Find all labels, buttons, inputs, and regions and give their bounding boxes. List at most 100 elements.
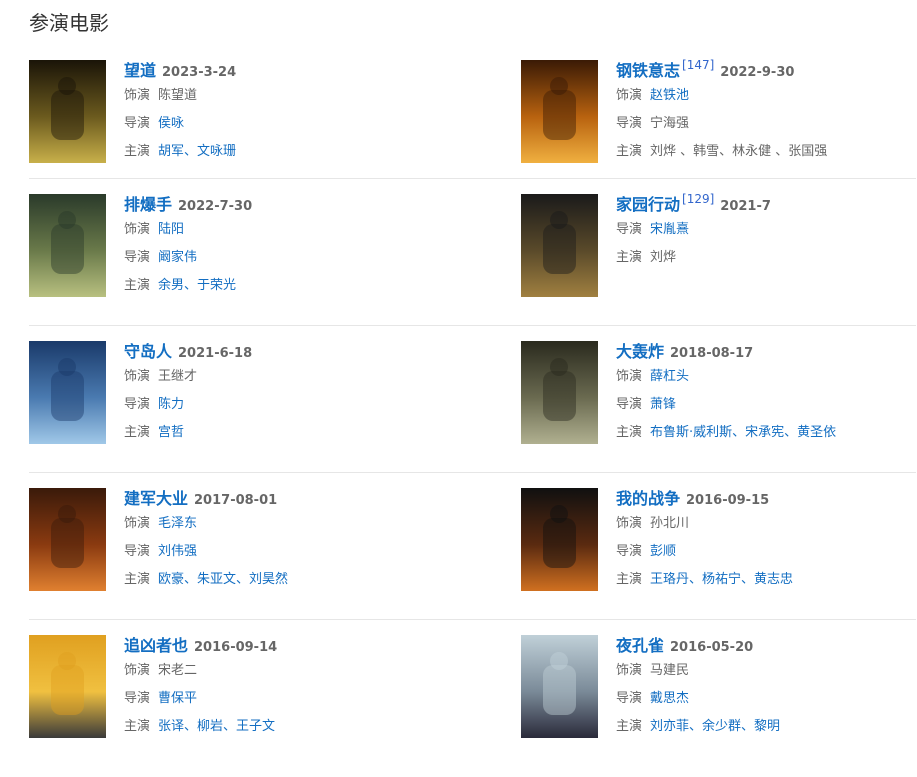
- director-value[interactable]: 刘伟强: [158, 544, 197, 559]
- film-poster[interactable]: [29, 60, 106, 163]
- film-card: 我的战争 2016-09-15 饰演 孙北川 导演 彭顺 主演 王珞丹、杨祐宁、黄志忠: [521, 488, 917, 608]
- cast-label: 主演: [616, 719, 643, 734]
- film-title-link[interactable]: 望道: [124, 61, 156, 80]
- section-title: 参演电影: [29, 11, 109, 35]
- cast-value[interactable]: 王珞丹、杨祐宁、黄志忠: [650, 572, 793, 587]
- film-director: 导演 侯咏: [124, 110, 236, 138]
- film-poster[interactable]: [521, 488, 598, 591]
- director-label: 导演: [616, 691, 643, 706]
- film-info: 望道 2023-3-24 饰演 陈望道 导演 侯咏 主演 胡军、文咏珊: [124, 60, 236, 166]
- film-poster[interactable]: [521, 60, 598, 163]
- release-date: 2023-3-24: [162, 65, 237, 80]
- director-value[interactable]: 曹保平: [158, 691, 197, 706]
- film-card: 排爆手 2022-7-30 饰演 陆阳 导演 阚家伟 主演 余男、于荣光: [29, 194, 469, 314]
- film-poster[interactable]: [29, 488, 106, 591]
- film-director: 导演 彭顺: [616, 538, 793, 566]
- release-date: 2016-05-20: [670, 640, 754, 655]
- role-value[interactable]: 毛泽东: [158, 516, 197, 531]
- role-value: 王继才: [158, 369, 198, 384]
- film-director: 导演 宋胤熹: [616, 216, 771, 244]
- film-title-link[interactable]: 追凶者也: [124, 636, 188, 655]
- release-date: 2022-7-30: [178, 199, 253, 214]
- director-value[interactable]: 宋胤熹: [650, 222, 689, 237]
- film-poster[interactable]: [521, 341, 598, 444]
- cast-value[interactable]: 余男、于荣光: [158, 278, 236, 293]
- cast-label: 主演: [124, 278, 151, 293]
- role-value[interactable]: 薛杠头: [650, 369, 689, 384]
- cast-label: 主演: [616, 144, 643, 159]
- film-cast: 主演 刘烨: [616, 244, 771, 272]
- film-poster[interactable]: [521, 635, 598, 738]
- director-value[interactable]: 阚家伟: [158, 250, 197, 265]
- film-title-link[interactable]: 夜孔雀: [616, 636, 664, 655]
- cast-value[interactable]: 欧豪、朱亚文、刘昊然: [158, 572, 288, 587]
- release-date: 2021-7: [720, 199, 771, 214]
- film-card: 守岛人 2021-6-18 饰演 王继才 导演 陈力 主演 宫哲: [29, 341, 469, 461]
- film-cast: 主演 刘烨 、韩雪、林永健 、张国强: [616, 138, 827, 166]
- film-role: 饰演 毛泽东: [124, 510, 288, 538]
- director-label: 导演: [616, 544, 643, 559]
- cast-value: 刘烨: [650, 250, 677, 265]
- film-title-link[interactable]: 家园行动: [616, 195, 680, 214]
- role-value[interactable]: 陆阳: [158, 222, 184, 237]
- release-date: 2022-9-30: [720, 65, 795, 80]
- film-cast: 主演 刘亦菲、余少群、黎明: [616, 713, 780, 741]
- film-row: 守岛人 2021-6-18 饰演 王继才 导演 陈力 主演 宫哲 大轰炸 2018-08-17 饰演…: [29, 325, 916, 474]
- film-row: 排爆手 2022-7-30 饰演 陆阳 导演 阚家伟 主演 余男、于荣光 家园行动 [129] 20…: [29, 178, 916, 327]
- film-cast: 主演 张译、柳岩、王子文: [124, 713, 277, 741]
- director-label: 导演: [124, 250, 151, 265]
- role-value[interactable]: 赵铁池: [650, 88, 689, 103]
- cast-value[interactable]: 胡军、文咏珊: [158, 144, 236, 159]
- film-title-link[interactable]: 守岛人: [124, 342, 172, 361]
- director-label: 导演: [616, 222, 643, 237]
- film-cast: 主演 欧豪、朱亚文、刘昊然: [124, 566, 288, 594]
- film-card: 追凶者也 2016-09-14 饰演 宋老二 导演 曹保平 主演 张译、柳岩、王子文: [29, 635, 469, 755]
- director-label: 导演: [124, 691, 151, 706]
- film-cast: 主演 宫哲: [124, 419, 252, 447]
- film-info: 我的战争 2016-09-15 饰演 孙北川 导演 彭顺 主演 王珞丹、杨祐宁、黄志忠: [616, 488, 793, 594]
- film-info: 大轰炸 2018-08-17 饰演 薛杠头 导演 萧锋 主演 布鲁斯·威利斯、宋承宪、黄圣依: [616, 341, 836, 447]
- film-cast: 主演 胡军、文咏珊: [124, 138, 236, 166]
- film-row: 追凶者也 2016-09-14 饰演 宋老二 导演 曹保平 主演 张译、柳岩、王子文 夜孔雀 20…: [29, 619, 916, 768]
- cast-value[interactable]: 张译、柳岩、王子文: [158, 719, 275, 734]
- film-poster[interactable]: [29, 341, 106, 444]
- film-card: 夜孔雀 2016-05-20 饰演 马建民 导演 戴思杰 主演 刘亦菲、余少群、黎明: [521, 635, 917, 755]
- film-director: 导演 戴思杰: [616, 685, 780, 713]
- film-poster[interactable]: [521, 194, 598, 297]
- film-poster[interactable]: [29, 194, 106, 297]
- film-role: 饰演 薛杠头: [616, 363, 836, 391]
- cast-value[interactable]: 布鲁斯·威利斯、宋承宪、黄圣依: [650, 425, 836, 440]
- film-role: 饰演 孙北川: [616, 510, 793, 538]
- cast-value[interactable]: 宫哲: [158, 425, 184, 440]
- director-value[interactable]: 陈力: [158, 397, 184, 412]
- director-value: 宁海强: [650, 116, 690, 131]
- film-title-link[interactable]: 排爆手: [124, 195, 172, 214]
- film-director: 导演 阚家伟: [124, 244, 252, 272]
- film-cast: 主演 王珞丹、杨祐宁、黄志忠: [616, 566, 793, 594]
- film-info: 守岛人 2021-6-18 饰演 王继才 导演 陈力 主演 宫哲: [124, 341, 252, 447]
- release-date: 2021-6-18: [178, 346, 253, 361]
- role-label: 饰演: [616, 369, 643, 384]
- film-title-link[interactable]: 大轰炸: [616, 342, 664, 361]
- citation-link[interactable]: [147]: [682, 58, 714, 72]
- director-value[interactable]: 彭顺: [650, 544, 676, 559]
- film-info: 建军大业 2017-08-01 饰演 毛泽东 导演 刘伟强 主演 欧豪、朱亚文、刘昊然: [124, 488, 288, 594]
- film-title-link[interactable]: 钢铁意志: [616, 61, 680, 80]
- citation-link[interactable]: [129]: [682, 192, 714, 206]
- cast-label: 主演: [124, 719, 151, 734]
- film-info: 排爆手 2022-7-30 饰演 陆阳 导演 阚家伟 主演 余男、于荣光: [124, 194, 252, 300]
- cast-value[interactable]: 刘亦菲、余少群、黎明: [650, 719, 780, 734]
- film-row: 建军大业 2017-08-01 饰演 毛泽东导演 刘伟强主演 欧豪、朱亚文、刘昊然 我的战争…: [29, 472, 916, 621]
- director-value[interactable]: 侯咏: [158, 116, 184, 131]
- film-title-link[interactable]: 建军大业: [124, 489, 188, 508]
- director-label: 导演: [616, 397, 643, 412]
- cast-label: 主演: [616, 250, 643, 265]
- release-date: 2017-08-01: [194, 493, 278, 508]
- film-title-link[interactable]: 我的战争: [616, 489, 680, 508]
- director-value[interactable]: 戴思杰: [650, 691, 689, 706]
- film-poster[interactable]: [29, 635, 106, 738]
- film-info: 钢铁意志 [147] 2022-9-30 饰演 赵铁池 导演 宁海强 主演 刘烨 、韩雪、林永健…: [616, 58, 827, 166]
- role-value: 马建民: [650, 663, 690, 678]
- director-value[interactable]: 萧锋: [650, 397, 676, 412]
- film-director: 导演 宁海强: [616, 110, 827, 138]
